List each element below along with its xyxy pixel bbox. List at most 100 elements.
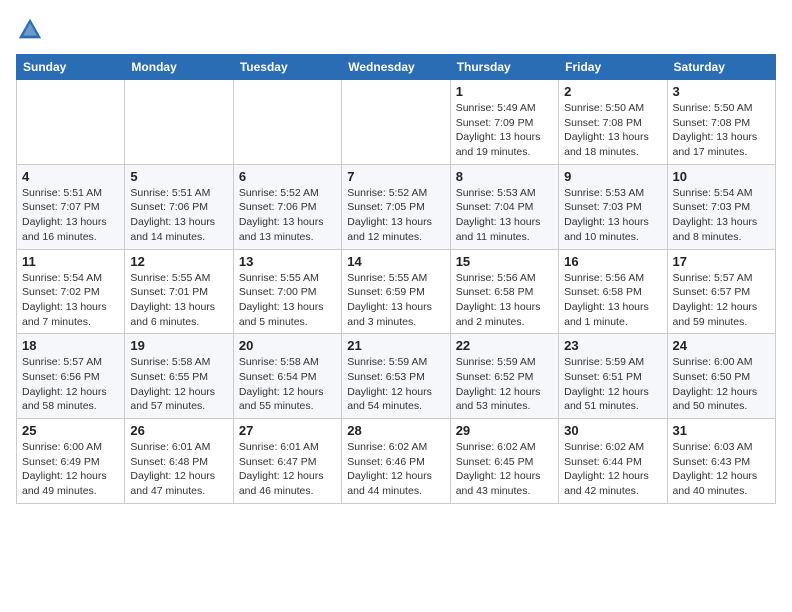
calendar-cell: 14Sunrise: 5:55 AMSunset: 6:59 PMDayligh…	[342, 249, 450, 334]
calendar-cell: 28 Sunrise: 6:02 AMSunset: 6:46 PMDayligh…	[342, 419, 450, 504]
calendar-cell: 11Sunrise: 5:54 AMSunset: 7:02 PMDayligh…	[17, 249, 125, 334]
day-number: 22	[456, 338, 553, 353]
calendar-cell: 22 Sunrise: 5:59 AMSunset: 6:52 PMDayligh…	[450, 334, 558, 419]
day-info: Sunrise: 6:01 AMSunset: 6:48 PMDaylight:…	[130, 440, 227, 499]
col-header-wednesday: Wednesday	[342, 55, 450, 80]
day-info: Sunrise: 6:02 AMSunset: 6:46 PMDaylight:…	[347, 440, 444, 499]
calendar-cell: 12 Sunrise: 5:55 AMSunset: 7:01 PMDayligh…	[125, 249, 233, 334]
day-number: 31	[673, 423, 770, 438]
day-info: Sunrise: 5:57 AMSunset: 6:57 PMDaylight:…	[673, 271, 770, 330]
day-number: 3	[673, 84, 770, 99]
day-info: Sunrise: 5:59 AMSunset: 6:51 PMDaylight:…	[564, 355, 661, 414]
day-number: 26	[130, 423, 227, 438]
day-number: 23	[564, 338, 661, 353]
calendar-cell: 8Sunrise: 5:53 AMSunset: 7:04 PMDaylight…	[450, 164, 558, 249]
day-number: 2	[564, 84, 661, 99]
calendar-cell: 15 Sunrise: 5:56 AMSunset: 6:58 PMDayligh…	[450, 249, 558, 334]
day-number: 9	[564, 169, 661, 184]
day-info: Sunrise: 5:58 AMSunset: 6:54 PMDaylight:…	[239, 355, 336, 414]
day-info: Sunrise: 5:58 AMSunset: 6:55 PMDaylight:…	[130, 355, 227, 414]
calendar-cell: 18Sunrise: 5:57 AMSunset: 6:56 PMDayligh…	[17, 334, 125, 419]
day-number: 12	[130, 254, 227, 269]
day-number: 20	[239, 338, 336, 353]
calendar-cell: 5 Sunrise: 5:51 AMSunset: 7:06 PMDaylight…	[125, 164, 233, 249]
calendar-cell	[233, 80, 341, 165]
calendar-cell: 20 Sunrise: 5:58 AMSunset: 6:54 PMDayligh…	[233, 334, 341, 419]
calendar-cell: 16 Sunrise: 5:56 AMSunset: 6:58 PMDayligh…	[559, 249, 667, 334]
week-row-5: 25Sunrise: 6:00 AMSunset: 6:49 PMDayligh…	[17, 419, 776, 504]
calendar-cell: 26 Sunrise: 6:01 AMSunset: 6:48 PMDayligh…	[125, 419, 233, 504]
week-row-3: 11Sunrise: 5:54 AMSunset: 7:02 PMDayligh…	[17, 249, 776, 334]
col-header-monday: Monday	[125, 55, 233, 80]
calendar-cell: 30 Sunrise: 6:02 AMSunset: 6:44 PMDayligh…	[559, 419, 667, 504]
day-info: Sunrise: 5:52 AMSunset: 7:06 PMDaylight:…	[239, 186, 336, 245]
day-number: 21	[347, 338, 444, 353]
day-number: 7	[347, 169, 444, 184]
calendar-cell	[125, 80, 233, 165]
day-info: Sunrise: 5:51 AMSunset: 7:06 PMDaylight:…	[130, 186, 227, 245]
week-row-2: 4 Sunrise: 5:51 AMSunset: 7:07 PMDaylight…	[17, 164, 776, 249]
day-number: 27	[239, 423, 336, 438]
week-row-4: 18Sunrise: 5:57 AMSunset: 6:56 PMDayligh…	[17, 334, 776, 419]
calendar-cell: 6 Sunrise: 5:52 AMSunset: 7:06 PMDaylight…	[233, 164, 341, 249]
col-header-thursday: Thursday	[450, 55, 558, 80]
calendar-cell: 19 Sunrise: 5:58 AMSunset: 6:55 PMDayligh…	[125, 334, 233, 419]
calendar-cell: 3Sunrise: 5:50 AMSunset: 7:08 PMDaylight…	[667, 80, 775, 165]
day-info: Sunrise: 6:03 AMSunset: 6:43 PMDaylight:…	[673, 440, 770, 499]
calendar-cell: 9 Sunrise: 5:53 AMSunset: 7:03 PMDaylight…	[559, 164, 667, 249]
col-header-saturday: Saturday	[667, 55, 775, 80]
day-info: Sunrise: 5:59 AMSunset: 6:52 PMDaylight:…	[456, 355, 553, 414]
calendar-table: SundayMondayTuesdayWednesdayThursdayFrid…	[16, 54, 776, 504]
calendar-cell: 13 Sunrise: 5:55 AMSunset: 7:00 PMDayligh…	[233, 249, 341, 334]
calendar-cell: 25Sunrise: 6:00 AMSunset: 6:49 PMDayligh…	[17, 419, 125, 504]
day-number: 28	[347, 423, 444, 438]
day-info: Sunrise: 6:01 AMSunset: 6:47 PMDaylight:…	[239, 440, 336, 499]
calendar-cell: 1 Sunrise: 5:49 AMSunset: 7:09 PMDaylight…	[450, 80, 558, 165]
day-info: Sunrise: 6:02 AMSunset: 6:44 PMDaylight:…	[564, 440, 661, 499]
day-info: Sunrise: 5:55 AMSunset: 6:59 PMDaylight:…	[347, 271, 444, 330]
day-number: 15	[456, 254, 553, 269]
day-number: 30	[564, 423, 661, 438]
calendar-cell: 10 Sunrise: 5:54 AMSunset: 7:03 PMDayligh…	[667, 164, 775, 249]
calendar-cell: 27 Sunrise: 6:01 AMSunset: 6:47 PMDayligh…	[233, 419, 341, 504]
day-number: 29	[456, 423, 553, 438]
day-info: Sunrise: 5:56 AMSunset: 6:58 PMDaylight:…	[456, 271, 553, 330]
day-info: Sunrise: 5:53 AMSunset: 7:03 PMDaylight:…	[564, 186, 661, 245]
calendar-cell: 31 Sunrise: 6:03 AMSunset: 6:43 PMDayligh…	[667, 419, 775, 504]
day-info: Sunrise: 5:57 AMSunset: 6:56 PMDaylight:…	[22, 355, 119, 414]
day-number: 16	[564, 254, 661, 269]
day-number: 1	[456, 84, 553, 99]
calendar-cell: 21 Sunrise: 5:59 AMSunset: 6:53 PMDayligh…	[342, 334, 450, 419]
calendar-cell: 24 Sunrise: 6:00 AMSunset: 6:50 PMDayligh…	[667, 334, 775, 419]
day-info: Sunrise: 5:50 AMSunset: 7:08 PMDaylight:…	[564, 101, 661, 160]
day-info: Sunrise: 5:49 AMSunset: 7:09 PMDaylight:…	[456, 101, 553, 160]
day-number: 17	[673, 254, 770, 269]
day-number: 13	[239, 254, 336, 269]
day-number: 4	[22, 169, 119, 184]
day-info: Sunrise: 5:55 AMSunset: 7:00 PMDaylight:…	[239, 271, 336, 330]
day-info: Sunrise: 5:55 AMSunset: 7:01 PMDaylight:…	[130, 271, 227, 330]
day-number: 10	[673, 169, 770, 184]
day-info: Sunrise: 5:53 AMSunset: 7:04 PMDaylight:…	[456, 186, 553, 245]
day-info: Sunrise: 6:00 AMSunset: 6:50 PMDaylight:…	[673, 355, 770, 414]
page-header	[16, 16, 776, 44]
day-number: 11	[22, 254, 119, 269]
day-number: 19	[130, 338, 227, 353]
day-number: 5	[130, 169, 227, 184]
day-info: Sunrise: 5:59 AMSunset: 6:53 PMDaylight:…	[347, 355, 444, 414]
day-info: Sunrise: 5:51 AMSunset: 7:07 PMDaylight:…	[22, 186, 119, 245]
day-number: 24	[673, 338, 770, 353]
calendar-cell	[17, 80, 125, 165]
day-info: Sunrise: 5:52 AMSunset: 7:05 PMDaylight:…	[347, 186, 444, 245]
week-row-1: 1 Sunrise: 5:49 AMSunset: 7:09 PMDaylight…	[17, 80, 776, 165]
header-row: SundayMondayTuesdayWednesdayThursdayFrid…	[17, 55, 776, 80]
logo-icon	[16, 16, 44, 44]
col-header-friday: Friday	[559, 55, 667, 80]
calendar-cell: 7 Sunrise: 5:52 AMSunset: 7:05 PMDaylight…	[342, 164, 450, 249]
day-info: Sunrise: 5:54 AMSunset: 7:03 PMDaylight:…	[673, 186, 770, 245]
calendar-cell: 29Sunrise: 6:02 AMSunset: 6:45 PMDayligh…	[450, 419, 558, 504]
day-info: Sunrise: 5:56 AMSunset: 6:58 PMDaylight:…	[564, 271, 661, 330]
col-header-sunday: Sunday	[17, 55, 125, 80]
day-number: 6	[239, 169, 336, 184]
logo	[16, 16, 48, 44]
